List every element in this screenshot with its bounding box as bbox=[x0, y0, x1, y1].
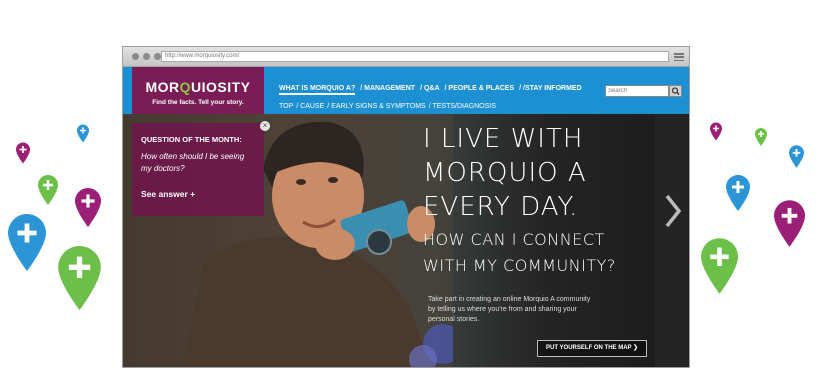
headline-line: MORQUIO A bbox=[423, 158, 587, 188]
headline-line: EVERY DAY. bbox=[423, 192, 579, 222]
map-pin-icon bbox=[38, 175, 58, 205]
site-navbar: MORQUIOSITY Find the facts. Tell your st… bbox=[123, 67, 689, 114]
nav-item-stay-informed[interactable]: / /STAY INFORMED bbox=[519, 85, 582, 95]
hero-banner: QUESTION OF THE MONTH: How often should … bbox=[123, 114, 689, 367]
nav-item-qa[interactable]: / Q&A bbox=[420, 85, 439, 95]
site-logo[interactable]: MORQUIOSITY Find the facts. Tell your st… bbox=[132, 67, 264, 114]
search-button[interactable] bbox=[669, 85, 682, 97]
browser-toolbar: http://www.morquiosity.com/ bbox=[123, 47, 689, 67]
map-pin-icon bbox=[77, 124, 89, 143]
map-pin-icon bbox=[726, 175, 750, 211]
subnav-item-early-signs[interactable]: / EARLY SIGNS & SYMPTOMS bbox=[327, 103, 425, 110]
put-yourself-on-map-button[interactable]: PUT YOURSELF ON THE MAP ❯ bbox=[537, 340, 648, 357]
map-pin-icon bbox=[16, 142, 30, 164]
map-pin-icon bbox=[789, 145, 804, 168]
see-answer-link[interactable]: See answer + bbox=[141, 189, 195, 199]
map-pin-icon bbox=[58, 246, 101, 310]
headline-line: I LIVE WITH bbox=[423, 124, 584, 154]
map-pin-icon bbox=[774, 200, 805, 247]
subnav-item-tests[interactable]: / TESTS/DIAGNOSIS bbox=[429, 103, 496, 110]
browser-window: http://www.morquiosity.com/ MORQUIOSITY … bbox=[122, 46, 690, 368]
next-slide-button[interactable] bbox=[655, 114, 689, 367]
map-pin-icon bbox=[701, 238, 738, 294]
subheadline-line: WITH MY COMMUNITY? bbox=[423, 256, 616, 275]
logo-tagline: Find the facts. Tell your story. bbox=[152, 99, 244, 106]
logo-wordmark: MORQUIOSITY bbox=[145, 79, 251, 95]
search-icon bbox=[671, 87, 680, 95]
window-dot[interactable] bbox=[154, 53, 161, 60]
chevron-right-icon bbox=[665, 194, 682, 228]
address-bar[interactable]: http://www.morquiosity.com/ bbox=[161, 51, 669, 62]
hamburger-menu-icon[interactable] bbox=[674, 53, 684, 62]
nav-item-what-is[interactable]: WHAT IS MORQUIO A? bbox=[279, 85, 356, 95]
window-dot[interactable] bbox=[132, 53, 139, 60]
nav-item-management[interactable]: / MANAGEMENT bbox=[360, 85, 415, 95]
map-pin-icon bbox=[710, 122, 722, 141]
question-title: QUESTION OF THE MONTH: bbox=[141, 135, 242, 144]
website: MORQUIOSITY Find the facts. Tell your st… bbox=[123, 67, 689, 367]
window-controls bbox=[132, 53, 161, 60]
map-pin-icon bbox=[75, 188, 101, 227]
question-of-month-box: QUESTION OF THE MONTH: How often should … bbox=[132, 123, 264, 216]
subnav-item-top[interactable]: TOP bbox=[279, 103, 293, 110]
close-icon[interactable]: × bbox=[260, 121, 270, 131]
sub-nav: TOP / CAUSE / EARLY SIGNS & SYMPTOMS / T… bbox=[279, 103, 496, 110]
hero-headline: I LIVE WITH MORQUIO A EVERY DAY. HOW CAN… bbox=[423, 122, 616, 276]
window-dot[interactable] bbox=[143, 53, 150, 60]
subheadline-line: HOW CAN I CONNECT bbox=[423, 230, 605, 249]
main-nav: WHAT IS MORQUIO A? / MANAGEMENT / Q&A / … bbox=[279, 85, 582, 95]
search-input[interactable] bbox=[605, 85, 669, 97]
question-text: How often should I be seeing my doctors? bbox=[141, 152, 245, 173]
map-pin-icon bbox=[755, 128, 767, 146]
hero-body-text: Take part in creating an online Morquio … bbox=[428, 296, 591, 323]
map-pin-icon bbox=[8, 214, 46, 271]
site-search bbox=[605, 85, 683, 97]
subnav-item-cause[interactable]: / CAUSE bbox=[296, 103, 324, 110]
nav-item-people-places[interactable]: / PEOPLE & PLACES bbox=[445, 85, 515, 95]
